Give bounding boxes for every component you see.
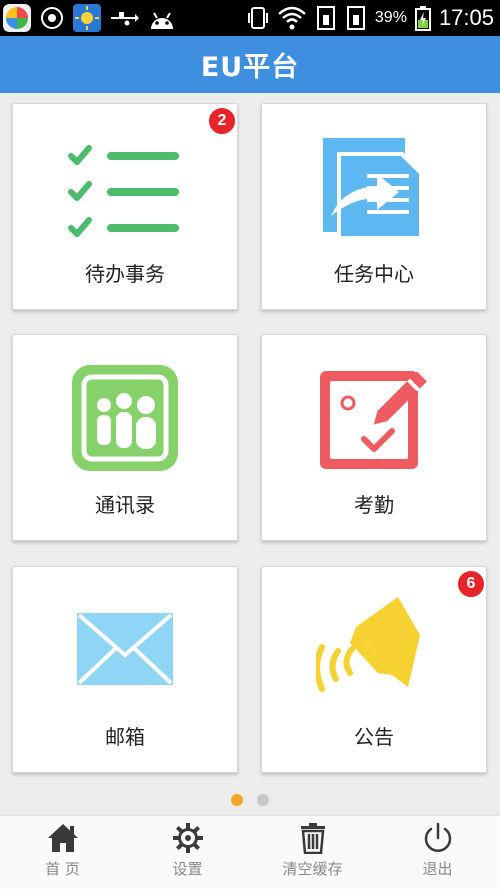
- status-bar: 39% 17:05: [0, 0, 500, 36]
- tile-label: 任务中心: [334, 262, 414, 286]
- battery-charging-icon: [414, 6, 431, 31]
- clock: 17:05: [438, 5, 494, 30]
- gear-icon: [172, 823, 203, 853]
- tab-clear-cache[interactable]: 清空缓存: [250, 816, 375, 889]
- bottom-tab-bar: 首 页 设置 清空缓存 退出: [0, 815, 500, 889]
- checklist-icon: [68, 145, 179, 237]
- app-header: EU平台: [0, 36, 500, 93]
- tile-announcement[interactable]: 公告 6: [261, 566, 487, 773]
- sim-signal-1-icon: [316, 6, 335, 30]
- tile-label: 公告: [354, 725, 394, 749]
- page-dot-active[interactable]: [231, 794, 243, 806]
- sun-icon: [73, 4, 101, 32]
- tile-label: 考勤: [354, 493, 394, 517]
- tab-label: 设置: [172, 860, 203, 878]
- tile-label: 待办事务: [85, 262, 165, 286]
- power-icon: [424, 822, 451, 852]
- tile-label: 通讯录: [95, 493, 155, 517]
- home-icon: [47, 824, 78, 852]
- contacts-icon: [72, 365, 178, 471]
- task-forward-icon: [323, 138, 423, 240]
- tab-logout[interactable]: 退出: [375, 816, 500, 889]
- tile-contacts[interactable]: 通讯录: [12, 334, 238, 541]
- attendance-edit-icon: [320, 371, 427, 469]
- browser-icon: [41, 7, 63, 29]
- feature-grid: 待办事务 2 任务中心 通讯录 考勤 邮箱 公告 6: [0, 93, 500, 783]
- tab-label: 清空缓存: [282, 860, 343, 878]
- wifi-icon: [278, 6, 306, 30]
- announcement-speaker-icon: [316, 597, 420, 692]
- notification-badge: 2: [207, 106, 237, 136]
- tile-attendance[interactable]: 考勤: [261, 334, 487, 541]
- phone-vibrate-icon: [247, 7, 268, 29]
- colorful-app-icon: [3, 4, 31, 32]
- tile-task-center[interactable]: 任务中心: [261, 103, 487, 310]
- tab-label: 首 页: [45, 860, 80, 878]
- tile-label: 邮箱: [105, 725, 145, 749]
- trash-icon: [300, 823, 325, 854]
- android-icon: [151, 12, 173, 29]
- notification-badge: 6: [456, 569, 486, 599]
- tab-settings[interactable]: 设置: [125, 816, 250, 889]
- mail-envelope-icon: [77, 613, 173, 685]
- sim-signal-2-icon: [346, 6, 365, 30]
- page-title: EU平台: [200, 52, 300, 83]
- page-dot[interactable]: [257, 794, 269, 806]
- battery-percent: 39%: [374, 9, 407, 26]
- tile-mailbox[interactable]: 邮箱: [12, 566, 238, 773]
- usb-icon: [111, 12, 139, 26]
- tile-todo[interactable]: 待办事务 2: [12, 103, 238, 310]
- page-indicator: [0, 790, 500, 810]
- tab-home[interactable]: 首 页: [0, 816, 125, 889]
- tab-label: 退出: [422, 860, 453, 878]
